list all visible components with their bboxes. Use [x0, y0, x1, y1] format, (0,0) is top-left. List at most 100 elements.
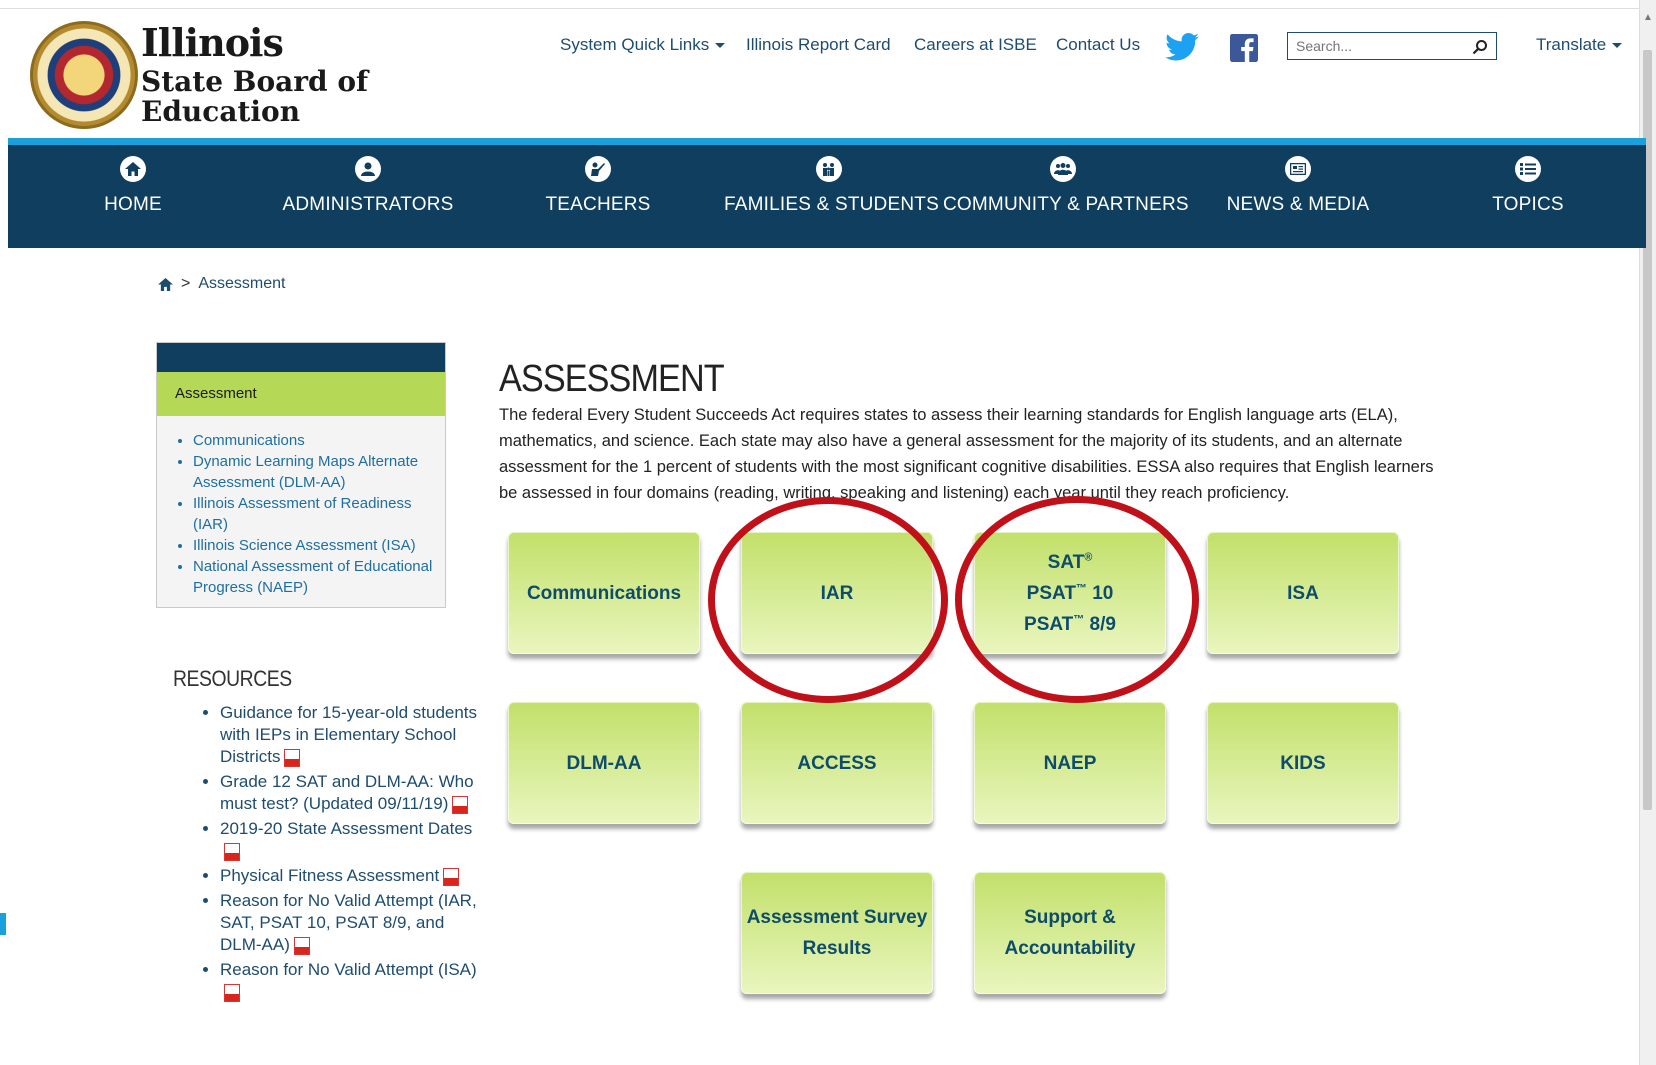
resource-item-label: 2019-20 State Assessment Dates — [220, 819, 473, 838]
sidebar-list: Communications Dynamic Learning Maps Alt… — [157, 430, 445, 598]
tile-iar-label: IAR — [820, 582, 854, 604]
sidebar-box: Assessment Communications Dynamic Learni… — [156, 342, 446, 608]
twitter-icon[interactable] — [1165, 33, 1199, 66]
sidebar-item-naep[interactable]: National Assessment of Educational Progr… — [193, 556, 445, 598]
newspaper-icon — [1285, 156, 1311, 182]
tile-sat-psat[interactable]: SAT® PSAT™ 10 PSAT™ 8/9 — [974, 532, 1166, 654]
tile-dlm-aa[interactable]: DLM-AA — [508, 702, 700, 824]
sidebar-item-isa[interactable]: Illinois Science Assessment (ISA) — [193, 535, 445, 556]
breadcrumb: > Assessment — [158, 275, 285, 293]
search-icon[interactable] — [1472, 39, 1488, 55]
survey-line-2: Results — [802, 938, 872, 959]
trademark-mark: ™ — [1075, 582, 1087, 595]
nav-families-students[interactable]: FAMILIES & STUDENTS — [724, 145, 939, 248]
breadcrumb-separator: > — [181, 275, 191, 292]
resource-item-label: Guidance for 15-year-old students with I… — [220, 703, 478, 766]
facebook-icon[interactable] — [1230, 34, 1258, 67]
home-icon[interactable] — [158, 277, 173, 291]
sidebar-item-communications[interactable]: Communications — [193, 430, 445, 451]
sidebar-item-iar[interactable]: Illinois Assessment of Readiness (IAR) — [193, 493, 445, 535]
tile-kids[interactable]: KIDS — [1207, 702, 1399, 824]
page-intro: The federal Every Student Succeeds Act r… — [499, 405, 1434, 502]
tile-sat-line: SAT® — [1024, 547, 1116, 578]
nav-topics[interactable]: TOPICS — [1468, 145, 1588, 248]
nav-teachers-label: TEACHERS — [545, 194, 651, 215]
system-quick-links-label: System Quick Links — [560, 35, 710, 54]
trademark-mark: ™ — [1073, 613, 1085, 626]
nav-administrators[interactable]: ADMINISTRATORS — [268, 145, 468, 248]
registered-mark: ® — [1084, 551, 1093, 564]
psat10-number: 10 — [1086, 582, 1114, 604]
search-input[interactable] — [1294, 37, 1468, 55]
nav-news-media[interactable]: NEWS & MEDIA — [1208, 145, 1388, 248]
user-icon — [355, 156, 381, 182]
group-icon — [1050, 156, 1076, 182]
tile-kids-label: KIDS — [1280, 752, 1326, 774]
sidebar-header-bar — [157, 343, 445, 372]
tile-isa[interactable]: ISA — [1207, 532, 1399, 654]
list-icon — [1515, 156, 1541, 182]
tile-access-label: ACCESS — [797, 752, 877, 774]
tile-sat-psat-labels: SAT® PSAT™ 10 PSAT™ 8/9 — [1024, 547, 1116, 640]
site-logo-text[interactable]: Illinois State Board of Education — [141, 24, 368, 126]
header-accent-line — [8, 138, 1646, 145]
sat-label: SAT — [1047, 551, 1085, 573]
translate-dropdown[interactable]: Translate — [1536, 35, 1623, 55]
search-box[interactable] — [1287, 32, 1497, 60]
caret-down-icon — [715, 43, 726, 49]
survey-line-1: Assessment Survey — [746, 907, 928, 928]
teacher-icon — [585, 156, 611, 182]
sidebar-section-title[interactable]: Assessment — [157, 372, 445, 416]
caret-down-icon — [1612, 43, 1623, 49]
nav-news-media-label: NEWS & MEDIA — [1226, 194, 1370, 215]
contact-us-link[interactable]: Contact Us — [1056, 35, 1140, 55]
resource-item[interactable]: Guidance for 15-year-old students with I… — [220, 702, 490, 768]
resource-item[interactable]: Grade 12 SAT and DLM-AA: Who must test? … — [220, 771, 490, 815]
nav-teachers[interactable]: TEACHERS — [518, 145, 678, 248]
pdf-icon — [284, 748, 301, 767]
tile-naep[interactable]: NAEP — [974, 702, 1166, 824]
tile-dlm-aa-label: DLM-AA — [566, 752, 642, 774]
support-line-1: Support & — [1024, 907, 1116, 928]
resource-item-label: Grade 12 SAT and DLM-AA: Who must test? … — [220, 772, 474, 813]
pdf-icon — [293, 936, 310, 955]
nav-community-partners[interactable]: COMMUNITY & PARTNERS — [943, 145, 1189, 248]
logo-line-2: State Board of — [141, 65, 369, 98]
tile-naep-label: NAEP — [1043, 752, 1097, 774]
resource-item[interactable]: 2019-20 State Assessment Dates — [220, 818, 490, 862]
pdf-icon — [443, 867, 460, 886]
main-nav: HOME ADMINISTRATORS TEACHERS FAMILIES & … — [8, 145, 1646, 248]
family-icon — [816, 156, 842, 182]
tile-isa-label: ISA — [1287, 582, 1319, 604]
nav-home[interactable]: HOME — [73, 145, 193, 248]
breadcrumb-current[interactable]: Assessment — [198, 275, 285, 293]
system-quick-links-dropdown[interactable]: System Quick Links — [560, 35, 726, 55]
sidebar-item-dlm-aa[interactable]: Dynamic Learning Maps Alternate Assessme… — [193, 451, 445, 493]
tile-survey-labels: Assessment Survey Results — [747, 902, 928, 964]
translate-label: Translate — [1536, 35, 1607, 54]
tile-support-accountability[interactable]: Support & Accountability — [974, 872, 1166, 994]
pdf-icon — [224, 983, 240, 1002]
tile-assessment-survey-results[interactable]: Assessment Survey Results — [741, 872, 933, 994]
tile-support-labels: Support & Accountability — [1005, 902, 1136, 964]
careers-link[interactable]: Careers at ISBE — [914, 35, 1037, 55]
tile-communications[interactable]: Communications — [508, 532, 700, 654]
illinois-report-card-link[interactable]: Illinois Report Card — [746, 35, 891, 55]
home-icon — [120, 156, 146, 182]
nav-home-label: HOME — [104, 194, 162, 215]
tile-iar[interactable]: IAR — [741, 532, 933, 654]
resource-item[interactable]: Reason for No Valid Attempt (ISA) — [220, 959, 490, 1003]
resource-item[interactable]: Reason for No Valid Attempt (IAR, SAT, P… — [220, 890, 490, 956]
tile-access[interactable]: ACCESS — [741, 702, 933, 824]
tile-communications-label: Communications — [526, 582, 682, 604]
tile-psat10-line: PSAT™ 10 — [1024, 578, 1116, 609]
psat89-label: PSAT — [1024, 613, 1074, 635]
state-seal-logo[interactable] — [30, 21, 138, 129]
psat10-label: PSAT — [1026, 582, 1076, 604]
tile-psat89-line: PSAT™ 8/9 — [1024, 609, 1116, 640]
nav-community-partners-label: COMMUNITY & PARTNERS — [943, 194, 1189, 215]
resource-item[interactable]: Physical Fitness Assessment — [220, 865, 490, 887]
nav-administrators-label: ADMINISTRATORS — [282, 194, 454, 215]
nav-topics-label: TOPICS — [1492, 194, 1564, 215]
logo-line-1: Illinois — [141, 20, 284, 65]
